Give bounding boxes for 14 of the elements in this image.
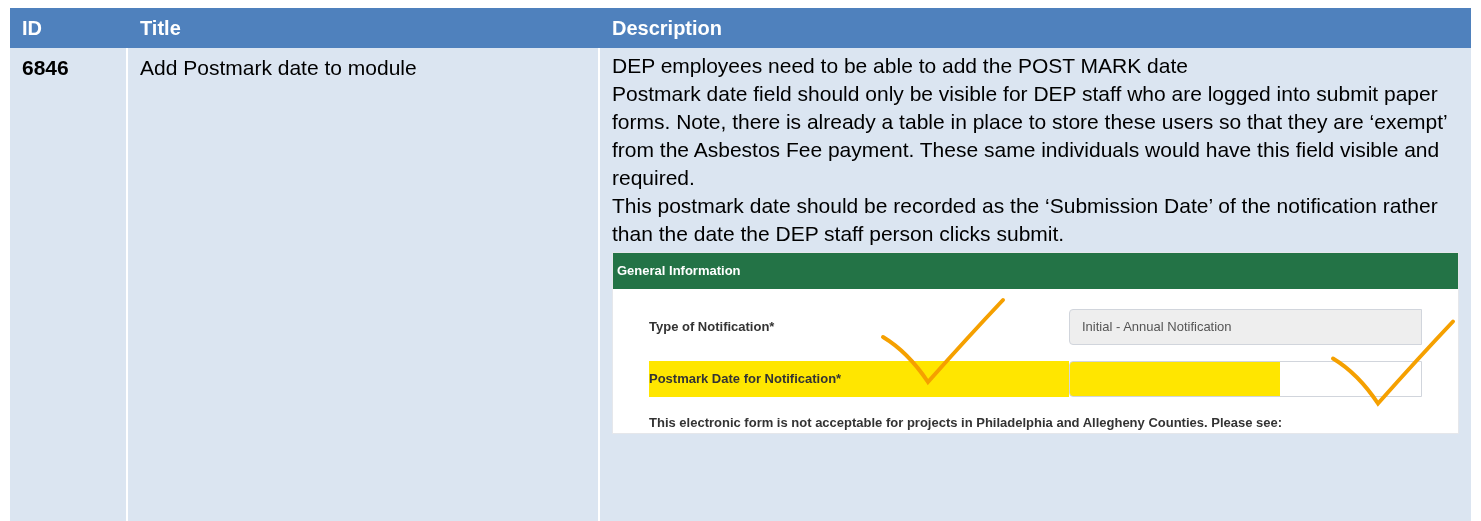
form-field[interactable]: Initial - Annual Notification xyxy=(1069,309,1422,345)
form-note: This electronic form is not acceptable for projects in Philadelphia and Allegheny Counties. Please see: xyxy=(649,414,1284,432)
section-header: General Information xyxy=(613,253,1458,289)
field-label: Postmark Date for Notification* xyxy=(649,361,1069,397)
column-header: ID xyxy=(21,16,43,41)
description-text: DEP employees need to be able to add the POST MARK date xyxy=(612,53,1189,79)
id-cell: 6846 xyxy=(22,56,69,79)
column-header: Description xyxy=(611,16,724,41)
column-header: Title xyxy=(139,16,182,41)
form-field[interactable] xyxy=(1069,361,1422,397)
title-cell: Add Postmark date to module xyxy=(140,56,417,79)
description-text: This postmark date should be recorded as the ‘Submission Date’ of the notification rather than the date the DEP staff person clicks submit. xyxy=(612,193,1439,247)
field-label: Type of Notification* xyxy=(649,318,776,337)
description-text: Postmark date field should only be visible for DEP staff who are logged into submit paper forms. Note, there is already a table in place to store these users so that they are ‘exempt’ from the Asbestos Fee payment. These same individuals would have this field visible and required. xyxy=(612,81,1448,191)
